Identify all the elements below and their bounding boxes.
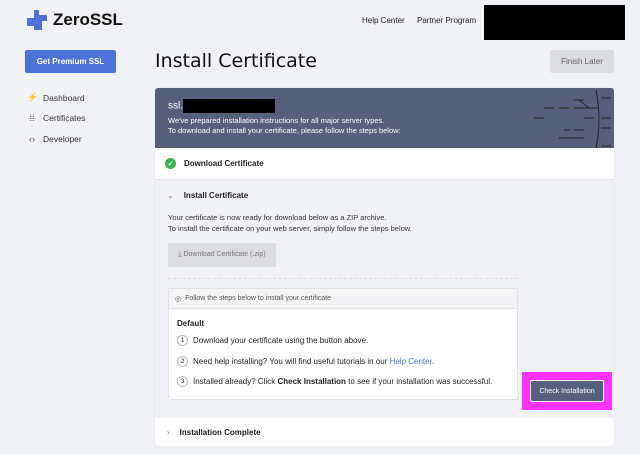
sidebar-label: Certificates	[43, 113, 86, 123]
step-installation-complete[interactable]: › Installation Complete	[155, 418, 614, 446]
step-number: 2	[177, 356, 188, 367]
sidebar-label: Developer	[43, 134, 82, 144]
bolt-icon: ⚡	[27, 92, 39, 102]
redacted-domain	[183, 99, 275, 113]
nav-help-center[interactable]: Help Center	[362, 16, 405, 25]
install-text1: Your certificate is now ready for downlo…	[168, 213, 387, 222]
step-install-certificate[interactable]: ⌄ Install Certificate	[155, 180, 614, 210]
step-3: 3 Installed already? Click Check Installa…	[177, 376, 492, 387]
steps-box: ◎ Follow the steps below to install your …	[168, 288, 518, 400]
step-text: to see if your installation was successf…	[345, 377, 493, 386]
step-text: Installed already? Click	[193, 377, 278, 386]
box-title: Default	[177, 319, 205, 328]
divider	[168, 278, 518, 279]
chevron-down-icon: ⌄	[167, 190, 174, 200]
install-card: ssl. We've prepared installation instruc…	[155, 88, 614, 446]
step-download-certificate[interactable]: ✓ Download Certificate	[155, 148, 614, 180]
step-label: Install Certificate	[183, 190, 249, 200]
check-circle-outline-icon: ◎	[175, 295, 182, 303]
sidebar-item-developer[interactable]: ‹› Developer	[27, 134, 82, 144]
redacted-account	[484, 5, 625, 40]
download-certificate-zip-button[interactable]: ⤓ Download Certificate (.zip)	[168, 243, 276, 267]
box-header: Follow the steps below to install your c…	[185, 295, 332, 302]
code-icon: ‹›	[29, 134, 35, 144]
step-text: .	[431, 357, 435, 366]
nav-partner-program[interactable]: Partner Program	[417, 16, 476, 25]
install-section: ⌄ Install Certificate Your certificate is…	[155, 180, 614, 418]
step-number: 1	[177, 335, 188, 346]
grid-icon: ⁞⁞	[29, 113, 35, 123]
sidebar-item-certificates[interactable]: ⁞⁞ Certificates	[27, 113, 86, 123]
check-installation-button[interactable]: Check Installation	[530, 380, 604, 402]
step-1: 1 Download your certificate using the but…	[177, 335, 368, 346]
banner-line1: We've prepared installation instructions…	[168, 116, 385, 125]
finish-later-button[interactable]: Finish Later	[550, 50, 614, 73]
button-label: Download Certificate (.zip)	[183, 251, 266, 258]
banner: ssl. We've prepared installation instruc…	[155, 88, 614, 148]
banner-line2: To download and install your certificate…	[168, 126, 401, 135]
get-premium-ssl-button[interactable]: Get Premium SSL	[25, 50, 116, 73]
sidebar-item-dashboard[interactable]: ⚡ Dashboard	[27, 92, 85, 103]
sidebar-label: Dashboard	[43, 92, 85, 103]
step-2: 2 Need help installing? You will find use…	[177, 356, 434, 367]
step-label: Download Certificate	[184, 159, 264, 168]
step-text-bold: Check Installation	[277, 377, 346, 386]
domain-prefix: ssl.	[168, 100, 183, 112]
install-text2: To install the certificate on your web s…	[168, 224, 412, 233]
step-number: 3	[177, 376, 188, 387]
page-title: Install Certificate	[155, 50, 317, 72]
step-text: Download your certificate using the butt…	[193, 336, 369, 345]
step-text: Need help installing? You will find usef…	[193, 357, 390, 366]
brand-name: ZeroSSL	[53, 10, 123, 29]
check-circle-icon: ✓	[165, 158, 176, 169]
help-center-link[interactable]: Help Center	[390, 357, 432, 366]
brand-logo[interactable]: ZeroSSL	[27, 10, 123, 30]
chevron-right-icon: ›	[167, 427, 170, 437]
decorative-lines-icon	[534, 89, 611, 148]
step-label: Installation Complete	[179, 427, 261, 437]
puzzle-logo-icon	[27, 10, 47, 30]
